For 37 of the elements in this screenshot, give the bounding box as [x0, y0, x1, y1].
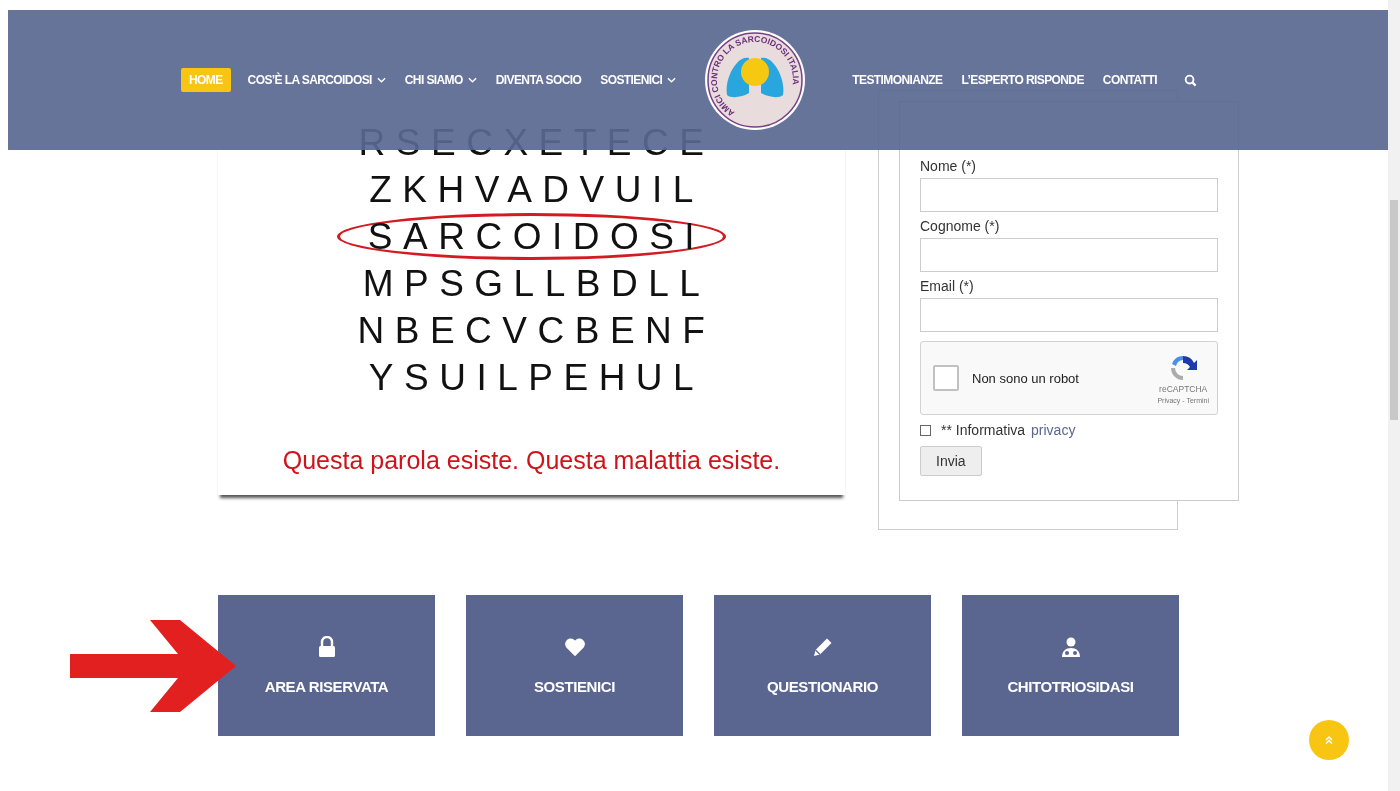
quick-link-tile[interactable]: QUESTIONARIO [714, 595, 931, 736]
recaptcha-brand: reCAPTCHA [1159, 384, 1208, 394]
nav-link[interactable]: CHI SIAMO [402, 68, 479, 92]
tagline: Questa parola esiste. Questa malattia esiste. [282, 446, 781, 475]
nav-link[interactable]: CONTATTI [1100, 68, 1159, 92]
scroll-to-top-button[interactable] [1309, 720, 1349, 760]
heart-icon [563, 636, 586, 658]
nav-link[interactable]: SOSTIENICI [598, 68, 679, 92]
captcha-label: Non sono un robot [972, 370, 1080, 386]
scrollbar[interactable] [1388, 0, 1400, 791]
input-field[interactable] [920, 238, 1218, 272]
word-search-row-text: YSUILPEHUL [367, 356, 705, 400]
quick-link-tile[interactable]: CHITOTRIOSIDASI [962, 595, 1179, 736]
field-label: Nome (*) [920, 158, 977, 174]
double-chevron-up-icon [1324, 735, 1334, 745]
pencil-icon [811, 636, 834, 658]
word-search-row-text: MPSGLLBDLL [361, 262, 711, 306]
search-icon[interactable] [1183, 73, 1197, 87]
word-search-row-text: ZKHVADVUIL [368, 168, 704, 212]
captcha-checkbox[interactable] [933, 365, 959, 391]
input-field[interactable] [920, 178, 1218, 212]
submit-button[interactable]: Invia [920, 446, 982, 476]
doctor-icon [1059, 636, 1082, 658]
nav-link[interactable]: COS’È LA SARCOIDOSI [245, 68, 388, 92]
quick-link-tile[interactable]: AREA RISERVATA [218, 595, 435, 736]
nav-link[interactable]: L’ESPERTO RISPONDE [959, 68, 1086, 92]
word-search-row-text: NBECVCBENF [356, 309, 716, 353]
input-field[interactable] [920, 298, 1218, 332]
field-label: Cognome (*) [920, 218, 1001, 234]
word-search-row: SARCOIDOSI [336, 213, 727, 260]
nav-link[interactable]: TESTIMONIANZE [850, 68, 945, 92]
consent-checkbox[interactable] [920, 424, 931, 436]
nav-link[interactable]: DIVENTA SOCIO [493, 68, 584, 92]
consent-label: ** Informativa [941, 422, 1026, 438]
quick-link-tile[interactable]: SOSTIENICI [466, 595, 683, 736]
field-label: Email (*) [920, 278, 975, 294]
privacy-link[interactable]: privacy [1031, 422, 1076, 438]
